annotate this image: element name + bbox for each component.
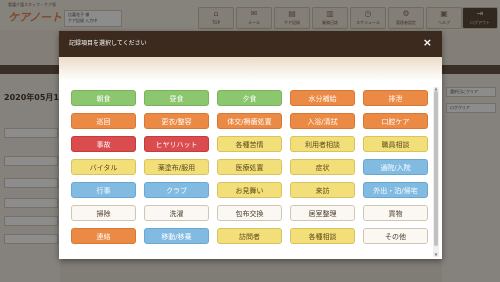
record-item-button[interactable]: 来訪 (290, 182, 355, 198)
item-list: 朝食 昼食 夕食 水分補給 排泄巡回 更衣/整容 体交/褥瘡処置 入浴/清拭 口腔ケア事故 ヒヤリ… (65, 87, 431, 259)
close-icon: × (422, 36, 432, 49)
record-item-button[interactable]: お見舞い (217, 182, 282, 198)
record-item-button[interactable]: 居室整理 (290, 205, 355, 221)
record-item-button[interactable]: 口腔ケア (363, 113, 428, 129)
record-item-button[interactable]: 洗濯 (144, 205, 209, 221)
record-item-button[interactable]: 朝食 (71, 90, 136, 106)
item-grid: 朝食 昼食 夕食 水分補給 排泄巡回 更衣/整容 体交/褥瘡処置 入浴/清拭 口腔ケア事故 ヒヤリ… (71, 90, 428, 244)
modal-banner (59, 57, 442, 81)
record-item-button[interactable]: 買物 (363, 205, 428, 221)
record-item-modal: 記録項目を選択してください × 朝食 昼食 夕食 水分補給 排泄巡回 更衣/整容 体交/褥瘡… (59, 31, 442, 259)
record-item-button[interactable]: 各種相談 (290, 228, 355, 244)
record-item-button[interactable]: 職員相談 (363, 136, 428, 152)
record-item-button[interactable]: 通院/入院 (363, 159, 428, 175)
record-item-button[interactable]: ヒヤリハット (144, 136, 209, 152)
record-item-button[interactable]: 訪問者 (217, 228, 282, 244)
record-item-button[interactable]: 包布交換 (217, 205, 282, 221)
record-item-button[interactable]: クラブ (144, 182, 209, 198)
record-item-button[interactable]: 薬塗布/服用 (144, 159, 209, 175)
record-item-button[interactable]: 移動/移乗 (144, 228, 209, 244)
record-item-button[interactable]: その他 (363, 228, 428, 244)
record-item-button[interactable]: 症状 (290, 159, 355, 175)
record-item-button[interactable]: バイタル (71, 159, 136, 175)
scrollbar[interactable]: ▲ ▼ (433, 87, 439, 257)
record-item-button[interactable]: 行事 (71, 182, 136, 198)
record-item-button[interactable]: 利用者相談 (290, 136, 355, 152)
record-item-button[interactable]: 体交/褥瘡処置 (217, 113, 282, 129)
close-button[interactable]: × (423, 36, 432, 50)
record-item-button[interactable]: 更衣/整容 (144, 113, 209, 129)
record-item-button[interactable]: 外出・泊/帰宅 (363, 182, 428, 198)
modal-header: 記録項目を選択してください × (59, 31, 442, 57)
scroll-down-icon[interactable]: ▼ (433, 253, 439, 257)
record-item-button[interactable]: 事故 (71, 136, 136, 152)
modal-title: 記録項目を選択してください (69, 40, 147, 47)
record-item-button[interactable]: 医療処置 (217, 159, 282, 175)
record-item-button[interactable]: 水分補給 (290, 90, 355, 106)
record-item-button[interactable]: 夕食 (217, 90, 282, 106)
scrollbar-thumb[interactable] (434, 91, 438, 246)
record-item-button[interactable]: 巡回 (71, 113, 136, 129)
record-item-button[interactable]: 掃除 (71, 205, 136, 221)
record-item-button[interactable]: 入浴/清拭 (290, 113, 355, 129)
record-item-button[interactable]: 排泄 (363, 90, 428, 106)
record-item-button[interactable]: 連絡 (71, 228, 136, 244)
record-item-button[interactable]: 昼食 (144, 90, 209, 106)
record-item-button[interactable]: 各種苦情 (217, 136, 282, 152)
